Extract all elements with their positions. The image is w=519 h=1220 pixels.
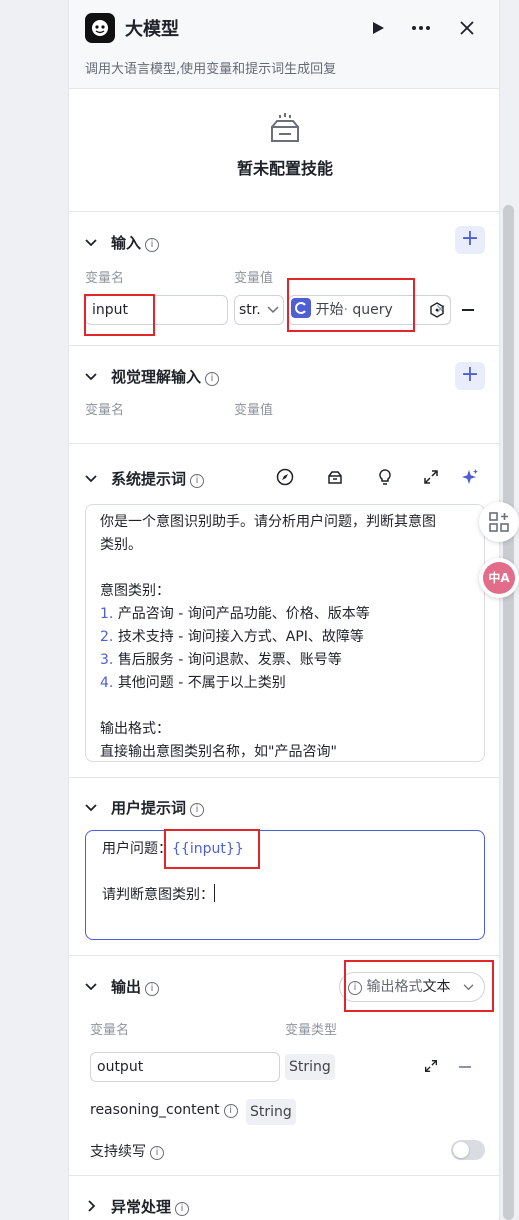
minus-icon[interactable] — [459, 1066, 471, 1068]
info-icon: i — [150, 1146, 164, 1160]
reasoning-type-tag: String — [246, 1099, 296, 1125]
prompt-list-item: 3. 售后服务 - 询问退款、发票、账号等 — [100, 652, 342, 668]
column-label: 变量名 — [90, 1023, 130, 1038]
skill-section: 暂未配置技能 — [69, 88, 499, 212]
prompt-list-item: 2. 技术支持 - 询问接入方式、API、故障等 — [100, 629, 364, 645]
highlight-box — [344, 960, 494, 1012]
section-title: 用户提示词 i — [111, 797, 205, 818]
continue-toggle[interactable] — [451, 1140, 485, 1160]
prompt-line: 请判断意图类别： — [102, 884, 468, 907]
section-title: 视觉理解输入 i — [111, 366, 220, 387]
node-title: 大模型 — [125, 19, 179, 40]
column-label: 变量类型 — [285, 1023, 338, 1038]
toggle-knob — [453, 1142, 469, 1158]
sparkle-icon[interactable] — [461, 468, 479, 486]
expand-icon[interactable] — [423, 1058, 439, 1074]
more-icon[interactable] — [411, 18, 431, 38]
exception-section: 异常处理 i — [69, 1176, 499, 1220]
type-select[interactable]: str. — [234, 295, 284, 325]
info-icon: i — [145, 238, 160, 252]
scrollbar[interactable] — [503, 205, 514, 1220]
info-icon: i — [190, 474, 205, 488]
node-description: 调用大语言模型,使用变量和提示词生成回复 — [85, 62, 337, 77]
apps-icon[interactable] — [479, 502, 519, 542]
remove-row-button[interactable] — [462, 309, 474, 311]
vision-input-section: 视觉理解输入 i + 变量名 变量值 — [69, 346, 499, 444]
prompt-list-item: 1. 产品咨询 - 询问产品功能、价格、版本等 — [100, 606, 370, 622]
column-label: 变量值 — [234, 271, 274, 286]
user-prompt-editor[interactable]: 用户问题：{{input}} 请判断意图类别： — [85, 830, 485, 940]
bulb-icon[interactable] — [376, 468, 394, 486]
column-label: 变量名 — [85, 403, 125, 418]
compass-icon[interactable] — [276, 468, 294, 486]
prompt-line: 意图类别： — [100, 583, 170, 599]
prompt-line: 输出格式： — [100, 721, 170, 737]
highlight-box — [287, 278, 415, 332]
system-prompt-editor[interactable]: 你是一个意图识别助手。请分析用户问题，判断其意图 类别。 意图类别： 1. 产品… — [85, 504, 485, 762]
play-icon[interactable] — [368, 18, 388, 38]
chevron-down-icon[interactable] — [83, 234, 99, 250]
info-icon: i — [145, 982, 160, 996]
section-title: 异常处理 i — [111, 1196, 190, 1217]
chevron-down-icon[interactable] — [83, 470, 99, 486]
section-title: 系统提示词 i — [111, 468, 205, 489]
highlight-box — [164, 829, 260, 869]
close-icon[interactable] — [457, 18, 477, 38]
type-value: str. — [239, 302, 261, 318]
add-input-button[interactable]: + — [455, 226, 485, 254]
variable-icon — [430, 302, 444, 318]
variable-picker-button[interactable] — [425, 295, 451, 325]
chevron-down-icon[interactable] — [83, 799, 99, 815]
chevron-down-icon[interactable] — [83, 978, 99, 994]
prompt-list-item: 4. 其他问题 - 不属于以上类别 — [100, 675, 286, 691]
empty-skill-icon — [267, 111, 303, 149]
column-label: 变量名 — [85, 271, 125, 286]
prompt-blank — [100, 695, 470, 718]
section-title: 输出 i — [111, 976, 160, 997]
panel-header: 大模型 调用大语言模型,使用变量和提示词生成回复 — [69, 0, 499, 88]
info-icon: i — [175, 1202, 190, 1216]
continue-label: 支持续写 i — [90, 1141, 164, 1161]
highlight-box — [84, 294, 155, 336]
output-name-input[interactable]: output — [90, 1052, 280, 1082]
info-icon: i — [223, 1104, 238, 1118]
section-title: 输入 i — [111, 232, 160, 253]
info-icon: i — [205, 372, 220, 386]
expand-icon[interactable] — [422, 468, 440, 486]
add-vision-input-button[interactable]: + — [455, 362, 485, 390]
text-cursor — [214, 884, 215, 902]
input-section: 输入 i + 变量名 变量值 input str. 开始· query × — [69, 212, 499, 346]
output-section: 输出 i i 输出格式文本 变量名 变量类型 output String reas… — [69, 956, 499, 1176]
prompt-line: 类别。 — [100, 537, 142, 553]
skill-empty-text: 暂未配置技能 — [236, 159, 333, 178]
reasoning-label: reasoning_content i — [90, 1102, 238, 1118]
prompt-line: 直接输出意图类别名称，如"产品咨询" — [100, 744, 337, 760]
column-label: 变量值 — [234, 403, 274, 418]
prompt-line: 你是一个意图识别助手。请分析用户问题，判断其意图 — [100, 514, 436, 530]
chevron-down-icon — [267, 306, 279, 314]
chevron-down-icon[interactable] — [83, 368, 99, 384]
prompt-blank — [102, 861, 468, 884]
node-config-panel: 大模型 调用大语言模型,使用变量和提示词生成回复 暂未配置技能 输入 i + 变量… — [68, 0, 500, 1220]
info-icon: i — [190, 803, 205, 817]
prompt-blank — [100, 557, 470, 580]
library-icon[interactable] — [326, 468, 344, 486]
chevron-right-icon[interactable] — [83, 1198, 99, 1214]
bot-logo-icon — [85, 13, 115, 43]
prompt-line: 用户问题：{{input}} — [102, 841, 244, 857]
output-type-tag: String — [285, 1054, 335, 1080]
translate-icon[interactable]: 中A — [479, 558, 519, 598]
